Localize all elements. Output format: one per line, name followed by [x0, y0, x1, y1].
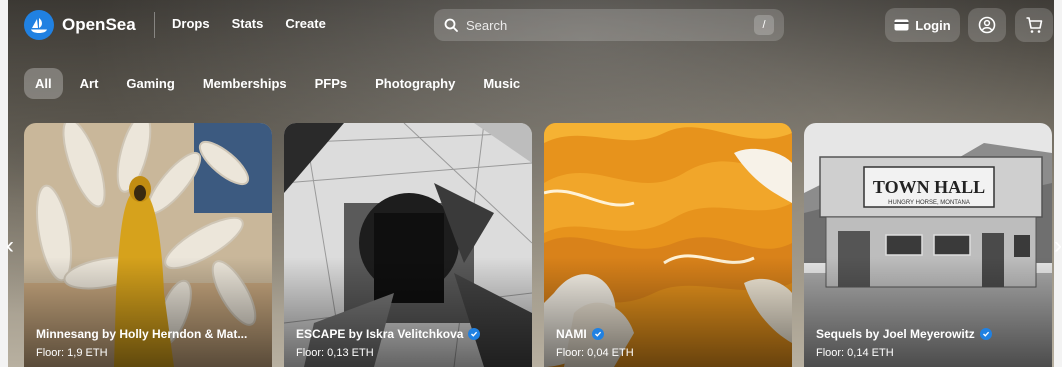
collection-card[interactable]: NAMI Floor: 0,04 ETH: [544, 123, 792, 367]
search-shortcut-key: /: [754, 15, 774, 35]
floor-price: Floor: 0,14 ETH: [816, 347, 894, 359]
brand-name: OpenSea: [62, 15, 136, 34]
search-icon: [444, 18, 458, 32]
collection-name: NAMI: [556, 327, 587, 341]
collection-title: Sequels by Joel Meyerowitz: [816, 327, 992, 341]
nav-drops[interactable]: Drops: [172, 16, 210, 31]
chevron-left-icon[interactable]: ‹: [6, 232, 14, 260]
search-input[interactable]: [466, 17, 746, 33]
tab-pfps[interactable]: PFPs: [304, 68, 359, 99]
collection-name: Sequels by Joel Meyerowitz: [816, 327, 975, 341]
top-nav: Drops Stats Create: [172, 16, 326, 31]
floor-price: Floor: 0,13 ETH: [296, 347, 374, 359]
tab-music[interactable]: Music: [472, 68, 531, 99]
wallet-icon: [894, 19, 909, 31]
verified-badge-icon: [591, 328, 604, 340]
nav-stats[interactable]: Stats: [232, 16, 264, 31]
collection-card[interactable]: ESCAPE by Iskra Velitchkova Floor: 0,13 …: [284, 123, 532, 367]
tab-all[interactable]: All: [24, 68, 63, 99]
brand-logo[interactable]: OpenSea: [24, 10, 136, 40]
sign-text: TOWN HALL: [873, 177, 985, 197]
verified-badge-icon: [468, 328, 481, 340]
account-icon: [978, 16, 996, 34]
tab-photography[interactable]: Photography: [364, 68, 466, 99]
nav-create[interactable]: Create: [285, 16, 325, 31]
collection-title: Minnesang by Holly Herndon & Mat...: [36, 327, 247, 341]
login-label: Login: [915, 17, 951, 33]
hero-background: OpenSea Drops Stats Create / Login: [0, 0, 1062, 367]
account-button[interactable]: [968, 8, 1006, 42]
collection-title: NAMI: [556, 327, 604, 341]
right-edge: [1054, 0, 1062, 367]
search-bar[interactable]: /: [434, 9, 784, 41]
floor-price: Floor: 0,04 ETH: [556, 347, 634, 359]
sign-subtext: HUNGRY HORSE, MONTANA: [888, 200, 970, 206]
chevron-right-icon[interactable]: ›: [1054, 232, 1062, 260]
collection-card[interactable]: Minnesang by Holly Herndon & Mat... Floo…: [24, 123, 272, 367]
collection-card[interactable]: TOWN HALL HUNGRY HORSE, MONTANA Sequels …: [804, 123, 1052, 367]
collection-name: ESCAPE by Iskra Velitchkova: [296, 327, 464, 341]
tab-gaming[interactable]: Gaming: [115, 68, 185, 99]
collection-title: ESCAPE by Iskra Velitchkova: [296, 327, 481, 341]
header-divider: [154, 12, 155, 38]
cart-button[interactable]: [1015, 8, 1053, 42]
login-button[interactable]: Login: [885, 8, 960, 42]
tab-memberships[interactable]: Memberships: [192, 68, 298, 99]
floor-price: Floor: 1,9 ETH: [36, 347, 108, 359]
verified-badge-icon: [979, 328, 992, 340]
cart-icon: [1026, 17, 1043, 33]
tab-art[interactable]: Art: [69, 68, 110, 99]
left-edge: [0, 0, 8, 367]
collection-name: Minnesang by Holly Herndon & Mat...: [36, 327, 248, 341]
opensea-logo-icon: [24, 10, 54, 40]
category-tabs: All Art Gaming Memberships PFPs Photogra…: [24, 68, 531, 99]
